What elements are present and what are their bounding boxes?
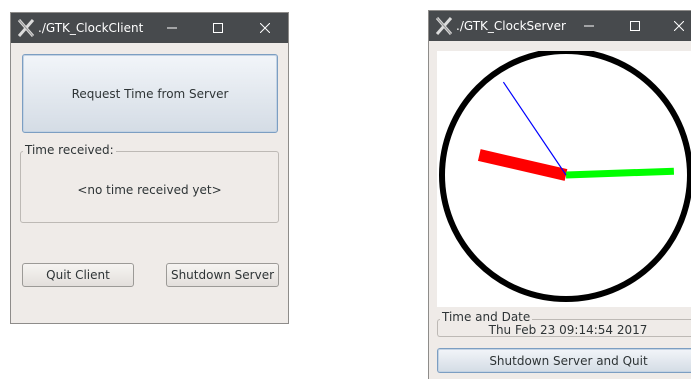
shutdown-server-button[interactable]: Shutdown Server <box>166 263 279 287</box>
request-time-button[interactable]: Request Time from Server <box>22 54 278 133</box>
minimize-icon <box>584 25 594 27</box>
maximize-icon <box>213 23 223 33</box>
minute-hand <box>565 167 675 179</box>
maximize-icon <box>630 21 640 31</box>
close-icon <box>674 21 684 31</box>
clock-drawing-area <box>437 51 691 307</box>
gtk-x-icon <box>436 17 452 35</box>
server-minimize-button[interactable] <box>566 11 612 41</box>
server-titlebar[interactable]: ./GTK_ClockServer <box>429 11 691 41</box>
close-icon <box>260 23 270 33</box>
time-and-date-value: Thu Feb 23 09:14:54 2017 <box>488 323 648 337</box>
server-close-button[interactable] <box>656 11 691 41</box>
shutdown-server-and-quit-button[interactable]: Shutdown Server and Quit <box>437 348 691 373</box>
client-window-title: ./GTK_ClockClient <box>38 21 144 35</box>
client-minimize-button[interactable] <box>149 13 195 43</box>
server-window: ./GTK_ClockServer Time and Date Thu Feb … <box>428 10 691 379</box>
server-maximize-button[interactable] <box>612 11 658 41</box>
quit-client-button[interactable]: Quit Client <box>22 263 134 287</box>
server-window-title: ./GTK_ClockServer <box>456 19 566 33</box>
client-close-button[interactable] <box>242 13 288 43</box>
client-window: ./GTK_ClockClient Request Time from Serv… <box>10 12 289 324</box>
time-and-date-label: Time and Date <box>440 310 533 324</box>
time-received-label: Time received: <box>23 143 116 157</box>
client-titlebar[interactable]: ./GTK_ClockClient <box>11 13 288 43</box>
gtk-x-icon <box>18 19 34 37</box>
time-received-value: <no time received yet> <box>77 183 222 197</box>
client-maximize-button[interactable] <box>195 13 241 43</box>
minimize-icon <box>167 27 177 29</box>
